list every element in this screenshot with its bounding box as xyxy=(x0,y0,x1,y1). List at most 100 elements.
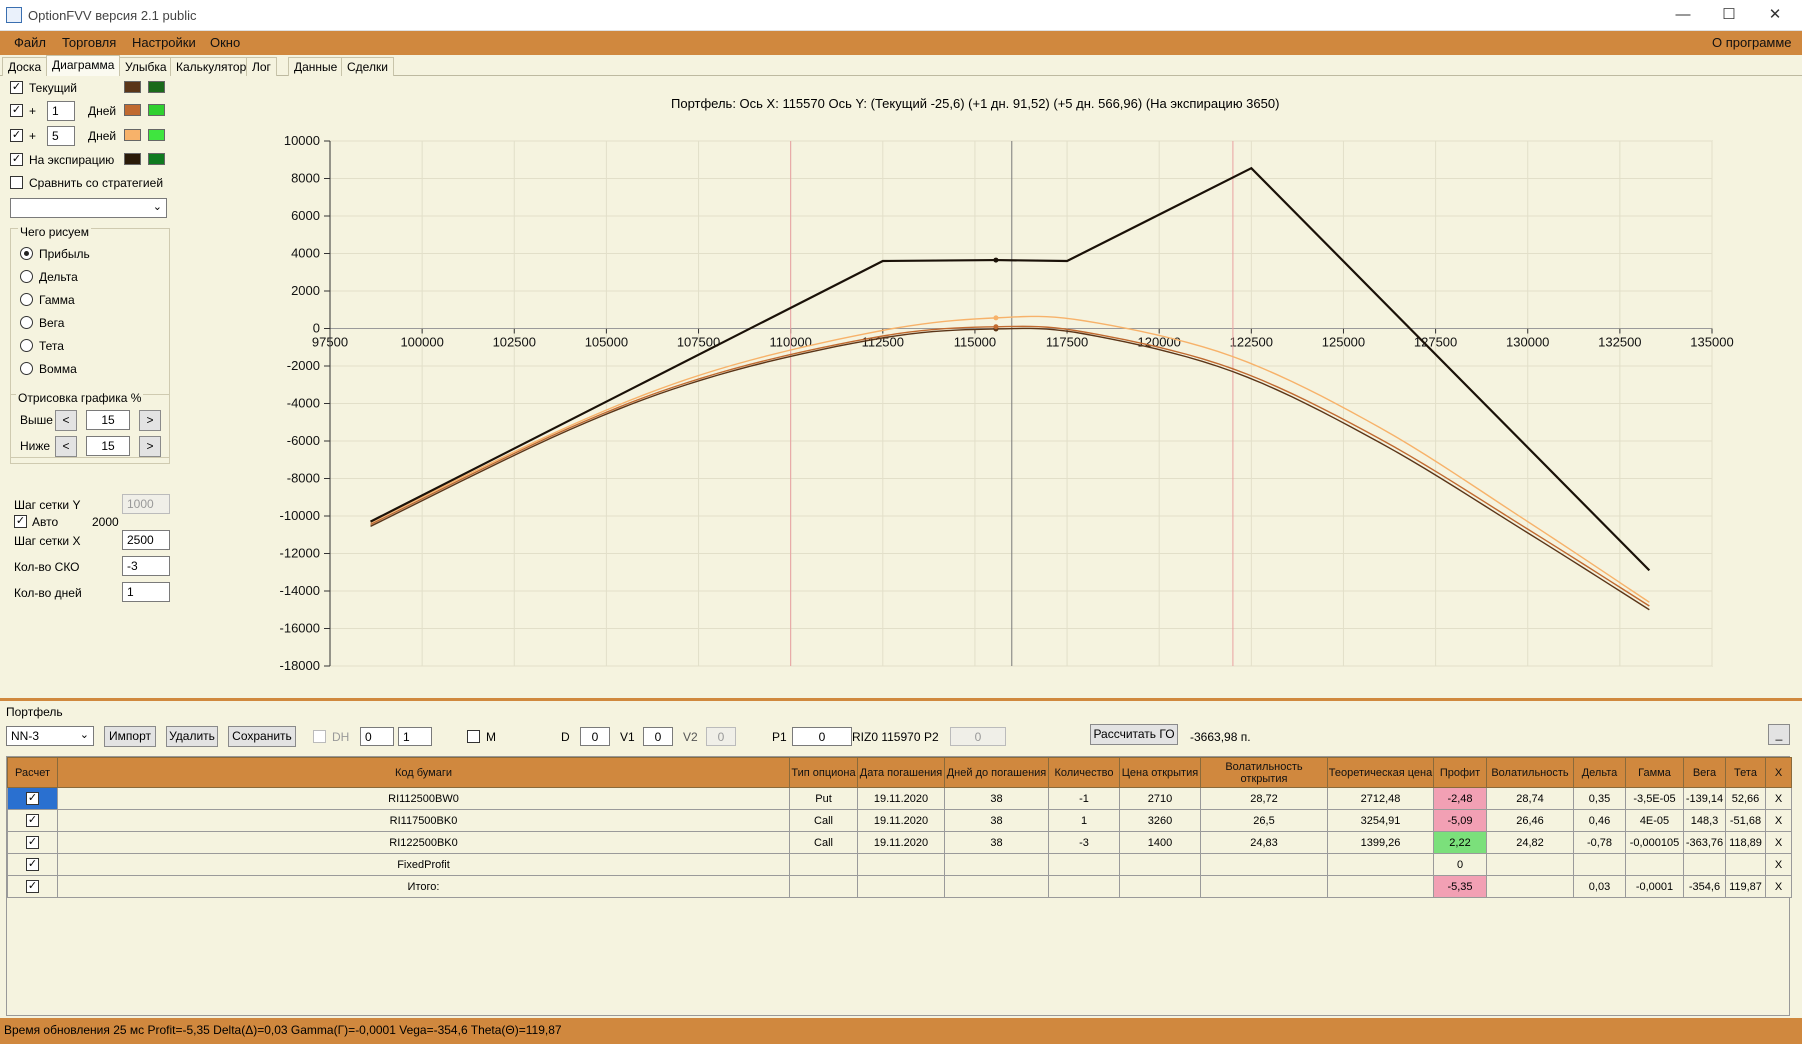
dh-checkbox[interactable] xyxy=(313,730,326,743)
collapse-button[interactable]: _ xyxy=(1768,724,1790,745)
theta-cell: 119,87 xyxy=(1725,875,1766,898)
theo-price-cell: 2712,48 xyxy=(1327,787,1434,810)
col-header-delta[interactable]: Дельта xyxy=(1573,757,1626,788)
col-header-vega[interactable]: Вега xyxy=(1683,757,1726,788)
y-tick-label: -4000 xyxy=(287,396,320,411)
days-cell xyxy=(944,875,1049,898)
profit-cell: -2,48 xyxy=(1433,787,1487,810)
open-vol-cell: 28,72 xyxy=(1200,787,1328,810)
calc-cell[interactable] xyxy=(7,809,58,832)
table-row[interactable]: Итого: -5,35 0,03-0,0001-354,6119,87X xyxy=(7,875,1792,898)
col-header-quantity[interactable]: Количество xyxy=(1048,757,1120,788)
save-button[interactable]: Сохранить xyxy=(228,726,296,747)
type-cell xyxy=(789,853,858,876)
code-cell: RI117500BK0 xyxy=(57,809,790,832)
col-header-remove[interactable]: X xyxy=(1765,757,1792,788)
calc-checkbox[interactable] xyxy=(26,858,39,871)
x-tick-label: 130000 xyxy=(1506,335,1549,350)
table-row[interactable]: RI117500BK0Call19.11.2020381326026,53254… xyxy=(7,809,1792,832)
open-vol-cell xyxy=(1200,875,1328,898)
remove-cell[interactable]: X xyxy=(1765,853,1792,876)
x-tick-label: 127500 xyxy=(1414,335,1457,350)
calc-checkbox[interactable] xyxy=(26,792,39,805)
m-checkbox[interactable] xyxy=(467,730,480,743)
dh-spinner-2[interactable] xyxy=(398,727,432,746)
y-tick-label: 10000 xyxy=(284,133,320,148)
go-value: -3663,98 п. xyxy=(1190,730,1251,744)
remove-cell[interactable]: X xyxy=(1765,831,1792,854)
type-cell xyxy=(789,875,858,898)
remove-cell[interactable]: X xyxy=(1765,809,1792,832)
table-row[interactable]: FixedProfit 0 X xyxy=(7,853,1792,876)
open-vol-cell: 26,5 xyxy=(1200,809,1328,832)
gamma-cell: -0,000105 xyxy=(1625,831,1684,854)
profit-chart[interactable]: 10000 8000 6000 4000 2000 0 -2000 -4000 -6000 -80… xyxy=(0,0,1802,700)
v2-input[interactable] xyxy=(706,727,736,746)
dh-spinner-1[interactable] xyxy=(360,727,394,746)
col-header-calc[interactable]: Расчет xyxy=(7,757,58,788)
calc-cell[interactable] xyxy=(7,831,58,854)
m-label: M xyxy=(486,730,496,744)
vol-cell: 24,82 xyxy=(1486,831,1574,854)
v1-input[interactable] xyxy=(643,727,673,746)
open-vol-cell: 24,83 xyxy=(1200,831,1328,854)
calc-go-button[interactable]: Рассчитать ГО xyxy=(1090,724,1178,745)
col-header-open-vol[interactable]: Волатильность открытия xyxy=(1200,757,1328,788)
y-tick-label: 0 xyxy=(313,321,320,336)
calc-cell[interactable] xyxy=(7,853,58,876)
p1-input[interactable] xyxy=(792,727,852,746)
calc-cell[interactable] xyxy=(7,875,58,898)
p2-input[interactable] xyxy=(950,727,1006,746)
code-cell: FixedProfit xyxy=(57,853,790,876)
theo-price-cell xyxy=(1327,853,1434,876)
calc-checkbox[interactable] xyxy=(26,814,39,827)
delta-cell: 0,03 xyxy=(1573,875,1626,898)
col-header-expiry-date[interactable]: Дата погашения xyxy=(857,757,945,788)
table-row[interactable]: RI122500BK0Call19.11.202038-3140024,8313… xyxy=(7,831,1792,854)
table-header-row: Расчет Код бумаги Тип опциона Дата погаш… xyxy=(7,757,1792,788)
x-tick-label: 102500 xyxy=(493,335,536,350)
vega-cell xyxy=(1683,853,1726,876)
gamma-cell: -3,5E-05 xyxy=(1625,787,1684,810)
x-tick-label: 132500 xyxy=(1598,335,1641,350)
calc-checkbox[interactable] xyxy=(26,836,39,849)
table-row[interactable]: RI112500BW0Put19.11.202038-1271028,72271… xyxy=(7,787,1792,810)
col-header-gamma[interactable]: Гамма xyxy=(1625,757,1684,788)
theta-cell: 52,66 xyxy=(1725,787,1766,810)
col-header-days[interactable]: Дней до погашения xyxy=(944,757,1049,788)
x-tick-label: 125000 xyxy=(1322,335,1365,350)
gamma-cell: 4E-05 xyxy=(1625,809,1684,832)
import-button[interactable]: Импорт xyxy=(104,726,156,747)
y-tick-label: -2000 xyxy=(287,358,320,373)
profit-cell: -5,35 xyxy=(1433,875,1487,898)
col-header-vol[interactable]: Волатильность xyxy=(1486,757,1574,788)
calc-checkbox[interactable] xyxy=(26,880,39,893)
col-header-theta[interactable]: Тета xyxy=(1725,757,1766,788)
d-input[interactable] xyxy=(580,727,610,746)
col-header-type[interactable]: Тип опциона xyxy=(789,757,858,788)
col-header-profit[interactable]: Профит xyxy=(1433,757,1487,788)
theo-price-cell: 1399,26 xyxy=(1327,831,1434,854)
col-header-theo-price[interactable]: Теоретическая цена xyxy=(1327,757,1434,788)
delete-button[interactable]: Удалить xyxy=(166,726,218,747)
y-tick-label: 4000 xyxy=(291,246,320,261)
vega-cell: 148,3 xyxy=(1683,809,1726,832)
vol-cell: 26,46 xyxy=(1486,809,1574,832)
calc-cell[interactable] xyxy=(7,787,58,810)
y-tick-label: 8000 xyxy=(291,171,320,186)
remove-cell[interactable]: X xyxy=(1765,875,1792,898)
portfolio-select[interactable]: NN-3 ⌄ xyxy=(6,726,94,746)
portfolio-select-value: NN-3 xyxy=(11,729,40,743)
col-header-code[interactable]: Код бумаги xyxy=(57,757,790,788)
days-cell xyxy=(944,853,1049,876)
v2-label: V2 xyxy=(683,730,698,744)
days-cell: 38 xyxy=(944,809,1049,832)
x-tick-label: 100000 xyxy=(400,335,443,350)
gamma-cell xyxy=(1625,853,1684,876)
code-cell: RI122500BK0 xyxy=(57,831,790,854)
col-header-open-price[interactable]: Цена открытия xyxy=(1119,757,1201,788)
panel-splitter[interactable] xyxy=(0,698,1802,701)
x-tick-label: 122500 xyxy=(1230,335,1273,350)
remove-cell[interactable]: X xyxy=(1765,787,1792,810)
quantity-cell xyxy=(1048,853,1120,876)
